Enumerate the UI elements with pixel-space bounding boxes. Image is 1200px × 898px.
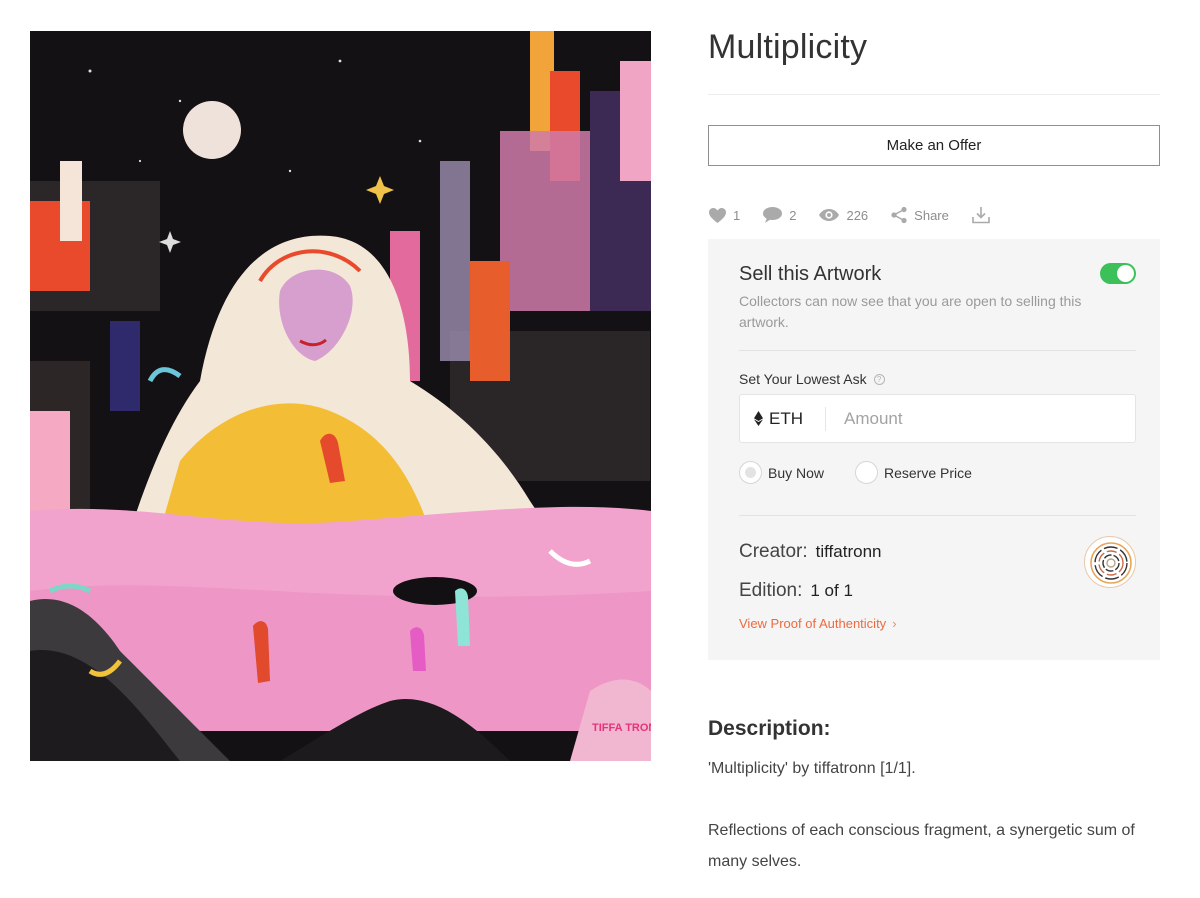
chevron-right-icon: › (892, 616, 897, 631)
buy-now-radio[interactable] (739, 461, 762, 484)
comment-icon (763, 207, 783, 223)
sell-artwork-panel: Sell this Artwork Collectors can now see… (708, 239, 1160, 660)
sell-toggle[interactable] (1100, 263, 1136, 284)
edition-label: Edition: (739, 580, 803, 601)
reserve-price-option[interactable]: Reserve Price (855, 461, 972, 484)
buy-now-option[interactable]: Buy Now (739, 461, 824, 484)
creator-row: Creator: tiffatronn (739, 541, 881, 563)
share-button[interactable]: Share (890, 206, 949, 224)
proof-link-label: View Proof of Authenticity (739, 616, 887, 631)
download-icon (972, 207, 990, 224)
creator-name[interactable]: tiffatronn (816, 542, 882, 561)
description-line-2: Reflections of each conscious fragment, … (708, 822, 1135, 870)
artwork-signature: TIFFA TRONN (592, 722, 651, 734)
share-label: Share (914, 207, 949, 223)
lowest-ask-label: Set Your Lowest Ask ? (739, 371, 885, 387)
view-count: 226 (846, 207, 869, 223)
description-title: Description: (708, 717, 831, 740)
reserve-price-label: Reserve Price (884, 464, 972, 481)
proof-of-authenticity-link[interactable]: View Proof of Authenticity › (739, 616, 897, 631)
heart-icon (709, 207, 726, 223)
amount-input[interactable] (844, 395, 1124, 442)
lowest-ask-text: Set Your Lowest Ask (739, 371, 867, 387)
ethereum-icon (754, 411, 763, 426)
sell-description: Collectors can now see that you are open… (739, 293, 1082, 330)
sell-title: Sell this Artwork (739, 263, 882, 285)
reserve-price-radio[interactable] (855, 461, 878, 484)
like-stat[interactable]: 1 (708, 207, 740, 224)
description-line-1: 'Multiplicity' by tiffatronn [1/1]. (708, 760, 916, 777)
creator-divider (739, 515, 1136, 516)
comment-stat[interactable]: 2 (762, 206, 796, 224)
help-icon[interactable]: ? (873, 373, 885, 385)
creator-label: Creator: (739, 541, 808, 562)
artwork-image[interactable]: TIFFA TRONN (30, 31, 651, 761)
edition-row: Edition: 1 of 1 (739, 580, 853, 602)
sell-divider (739, 350, 1136, 351)
currency-label: ETH (769, 408, 803, 428)
stats-bar: 1 2 226 Share (708, 203, 1013, 227)
share-icon (891, 206, 907, 224)
field-separator (825, 407, 826, 431)
like-count: 1 (733, 207, 741, 223)
artwork-title: Multiplicity (708, 28, 868, 66)
buy-now-label: Buy Now (768, 464, 825, 481)
title-divider (708, 94, 1160, 95)
download-button[interactable] (971, 206, 991, 224)
lowest-ask-field: ETH (739, 394, 1136, 443)
toggle-knob (1117, 265, 1134, 282)
creator-avatar[interactable] (1084, 536, 1136, 588)
fingerprint-icon (1090, 542, 1132, 584)
eye-icon (819, 209, 840, 221)
currency-select[interactable]: ETH (754, 395, 803, 442)
comment-count: 2 (789, 207, 797, 223)
edition-value: 1 of 1 (810, 581, 853, 600)
view-stat: 226 (818, 208, 868, 223)
make-offer-button[interactable]: Make an Offer (708, 125, 1160, 166)
